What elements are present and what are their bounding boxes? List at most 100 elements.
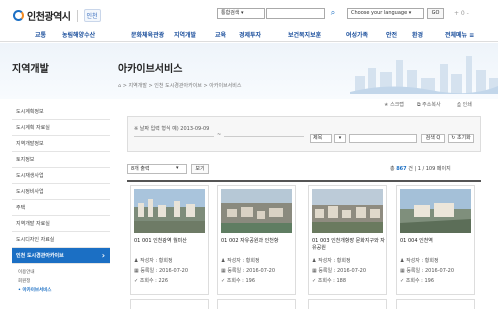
- sidebar-sub-archive-service-label: 아카이브서비스: [22, 288, 52, 293]
- card-author-text: 작성자 : 황희정: [140, 258, 173, 264]
- nav-item-family[interactable]: 여성가족: [346, 30, 368, 39]
- breadcrumb: ⌂ > 지역개발 > 인천 도시경관아카이브 > 아카이브서비스: [118, 83, 242, 89]
- search-condition-select[interactable]: 제목: [310, 134, 332, 143]
- print-label: 인쇄: [462, 102, 472, 108]
- card-author-text: 작성자 : 황희정: [406, 258, 439, 264]
- card-date: ▦ 등록일 : 2016-07-20: [400, 267, 454, 274]
- scrap-button[interactable]: ★ 스크랩: [384, 101, 404, 108]
- nav-item-regional-dev[interactable]: 지역개발: [174, 30, 196, 39]
- sidebar-item-land-info[interactable]: 토지정보: [12, 152, 110, 168]
- card-date-text: 등록일 : 2016-07-20: [140, 268, 189, 274]
- archive-card[interactable]: [396, 299, 475, 309]
- user-icon: ♟: [134, 258, 139, 264]
- check-icon: ✓: [312, 278, 317, 284]
- sidebar-sub-guide[interactable]: 이용안내: [12, 268, 110, 277]
- check-icon: ✓: [221, 278, 226, 284]
- archive-card[interactable]: [308, 299, 387, 309]
- filter-reset-button[interactable]: ↻ 초기화: [448, 134, 474, 143]
- nav-item-environment[interactable]: 환경: [412, 30, 423, 39]
- archive-card[interactable]: 01 002 자유공원과 인천항 ♟ 작성자 : 황희정 ▦ 등록일 : 201…: [217, 185, 296, 295]
- search-icon[interactable]: ⌕: [326, 8, 340, 19]
- nav-item-traffic[interactable]: 교통: [35, 30, 46, 39]
- card-date: ▦ 등록일 : 2016-07-20: [134, 267, 188, 274]
- start-date-input[interactable]: [134, 136, 214, 137]
- aerial-photo-thumbnail: [312, 189, 383, 233]
- site-logo[interactable]: 인천광역시 인천: [13, 8, 101, 23]
- sidebar-item-regeneration[interactable]: 도시재생사업: [12, 168, 110, 184]
- star-icon: ★: [384, 102, 389, 108]
- card-author-text: 작성자 : 황희정: [318, 258, 351, 264]
- sidebar-item-regional-info[interactable]: 지역개발정보: [12, 136, 110, 152]
- date-range-separator: ~: [217, 132, 222, 138]
- list-top-rule: [127, 180, 481, 182]
- card-author: ♟ 작성자 : 황희정: [400, 257, 439, 264]
- end-date-input[interactable]: [224, 136, 304, 137]
- sidebar-item-regional-archive[interactable]: 지역개발 자료실: [12, 216, 110, 232]
- card-date-text: 등록일 : 2016-07-20: [227, 268, 276, 274]
- language-select[interactable]: Choose your language ▾: [347, 8, 424, 19]
- sidebar-item-urban-plan-info[interactable]: 도시계획정보: [12, 104, 110, 120]
- keyword-input[interactable]: [349, 134, 417, 143]
- sidebar-title: 지역개발: [12, 64, 49, 75]
- card-views-text: 조회수 : 196: [226, 278, 256, 284]
- search-scope-select[interactable]: 통합검색 ▾: [217, 8, 265, 19]
- nav-item-education[interactable]: 교육: [215, 30, 226, 39]
- archive-card[interactable]: [217, 299, 296, 309]
- sidebar-sub-archive-service[interactable]: • 아카이브서비스: [12, 286, 110, 295]
- nav-item-agriculture[interactable]: 농림해양수산: [62, 30, 95, 39]
- calendar-icon: ▦: [221, 268, 226, 274]
- logo-text: 인천광역시: [27, 12, 71, 23]
- card-title[interactable]: 01 001 인천광역 월미산: [134, 238, 207, 245]
- sidebar-item-design-archive[interactable]: 도시디자인 자료실: [12, 232, 110, 248]
- archive-card[interactable]: [130, 299, 209, 309]
- chevron-down-icon[interactable]: ▾: [334, 134, 346, 143]
- logo-badge: 인천: [83, 9, 101, 22]
- user-icon: ♟: [221, 258, 226, 264]
- logo-divider: [76, 9, 78, 22]
- nav-item-economy[interactable]: 경제투자: [239, 30, 261, 39]
- refresh-icon: ↻: [451, 135, 456, 141]
- reset-label: 초기화: [456, 135, 471, 141]
- card-date: ▦ 등록일 : 2016-07-20: [312, 267, 366, 274]
- card-views-text: 조회수 : 226: [139, 278, 169, 284]
- nav-item-safety[interactable]: 안전: [386, 30, 397, 39]
- card-author: ♟ 작성자 : 황희정: [221, 257, 260, 264]
- card-title[interactable]: 01 002 자유공원과 인천항: [221, 238, 294, 245]
- archive-card[interactable]: 01 003 인천개항장 문화지구와 자유공원 ♟ 작성자 : 황희정 ▦ 등록…: [308, 185, 387, 295]
- main-nav: 교통 농림해양수산 문화체육관광 지역개발 교육 경제투자 보건복지보훈 여성가…: [0, 28, 498, 42]
- filter-search-button[interactable]: 검색 Q: [421, 134, 445, 143]
- card-title[interactable]: 01 003 인천개항장 문화지구와 자유공원: [312, 238, 385, 252]
- card-author: ♟ 작성자 : 황희정: [134, 257, 173, 264]
- language-select-value: Choose your language: [351, 10, 408, 16]
- card-title[interactable]: 01 004 인천역: [400, 238, 473, 245]
- sidebar-item-maintenance[interactable]: 도시정비사업: [12, 184, 110, 200]
- sidebar-sub-members[interactable]: 회원정: [12, 277, 110, 286]
- print-button[interactable]: ⎙ 인쇄: [457, 101, 472, 108]
- search-input[interactable]: [266, 8, 325, 19]
- card-views: ✓ 조회수 : 196: [400, 277, 434, 284]
- sidebar-menu: 도시계획정보 도시계획 자료실 지역개발정보 토지정보 도시재생사업 도시정비사…: [12, 104, 110, 295]
- sidebar-item-housing[interactable]: 주택: [12, 200, 110, 216]
- calendar-icon: ▦: [312, 268, 317, 274]
- sidebar-item-urban-plan-archive[interactable]: 도시계획 자료실: [12, 120, 110, 136]
- chevron-down-icon: ▾: [176, 165, 179, 171]
- search-scope-value: 통합검색: [221, 10, 240, 16]
- sidebar-item-landscape-archive[interactable]: 인천 도시경관아카이브: [12, 248, 110, 264]
- aerial-photo-thumbnail: [221, 189, 292, 233]
- card-date: ▦ 등록일 : 2016-07-20: [221, 267, 275, 274]
- nav-item-culture[interactable]: 문화체육관광: [131, 30, 164, 39]
- nav-item-all-menu[interactable]: 전체메뉴 ≡: [445, 30, 474, 39]
- check-icon: ✓: [400, 278, 405, 284]
- aerial-photo-thumbnail: [400, 189, 471, 233]
- all-menu-label: 전체메뉴: [445, 32, 468, 39]
- archive-card[interactable]: 01 001 인천광역 월미산 ♟ 작성자 : 황희정 ▦ 등록일 : 2016…: [130, 185, 209, 295]
- nav-item-welfare[interactable]: 보건복지보훈: [288, 30, 321, 39]
- link-icon: ⧉: [417, 102, 421, 108]
- copy-url-label: 주소복사: [422, 102, 441, 108]
- archive-card[interactable]: 01 004 인천역 ♟ 작성자 : 황희정 ▦ 등록일 : 2016-07-2…: [396, 185, 475, 295]
- copy-url-button[interactable]: ⧉ 주소복사: [417, 101, 441, 108]
- go-button[interactable]: GO: [427, 8, 444, 19]
- zoom-control[interactable]: + 0 -: [454, 8, 469, 19]
- view-button[interactable]: 보기: [191, 164, 209, 174]
- card-views: ✓ 조회수 : 226: [134, 277, 168, 284]
